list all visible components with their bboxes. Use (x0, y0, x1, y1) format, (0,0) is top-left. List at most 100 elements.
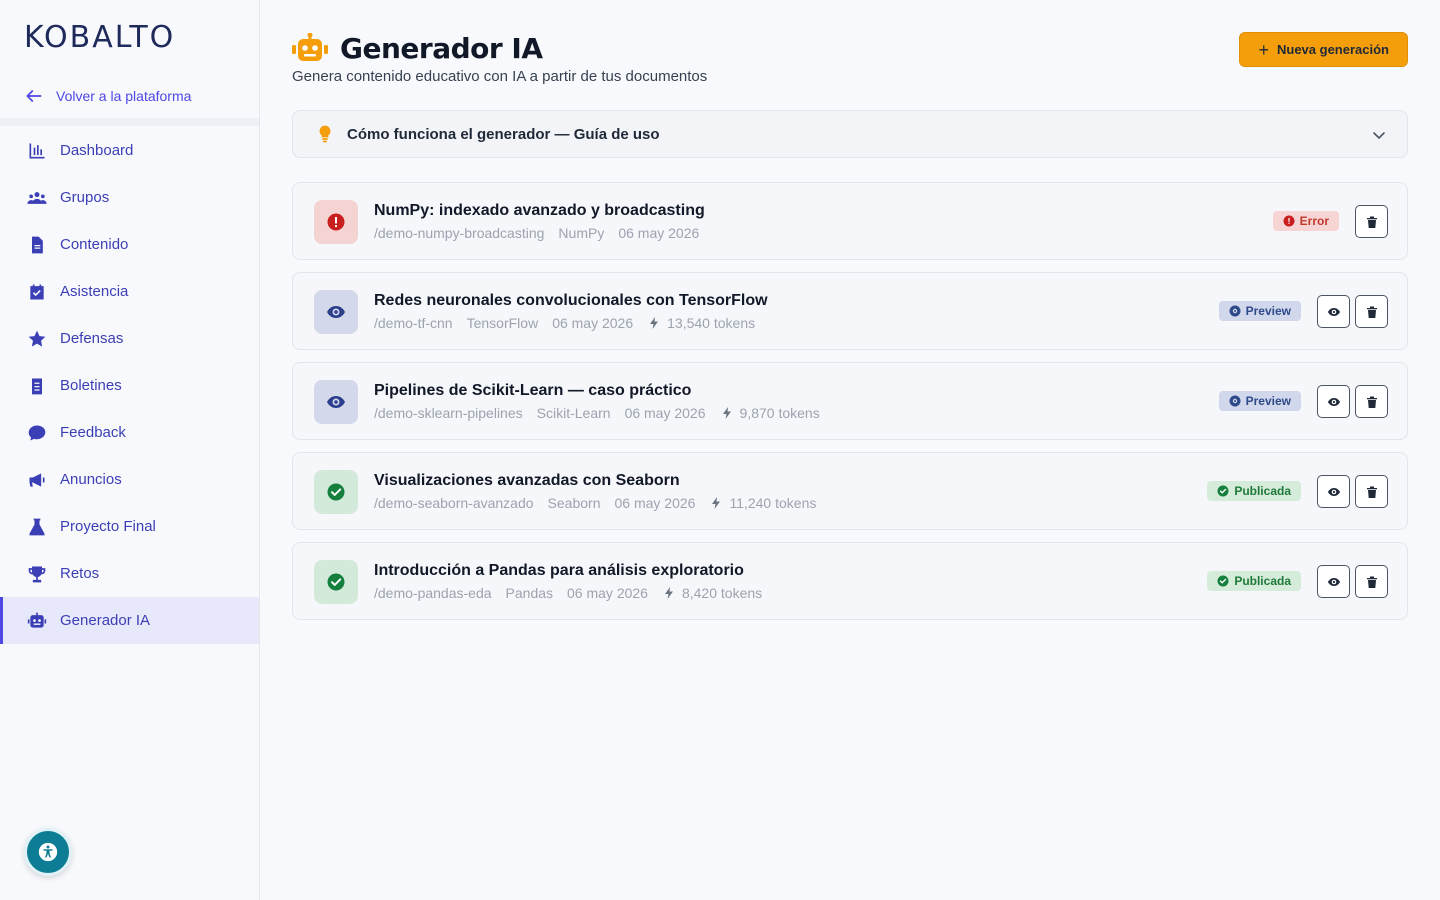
sidebar-item-anuncios[interactable]: Anuncios (0, 456, 259, 503)
generation-title: Redes neuronales convolucionales con Ten… (374, 292, 768, 309)
eye-icon (1327, 307, 1340, 316)
sidebar-item-proyecto-final[interactable]: Proyecto Final (0, 503, 259, 550)
generation-tokens: 8,420 tokens (662, 585, 762, 601)
status-indicator (314, 470, 358, 514)
sidebar-item-feedback[interactable]: Feedback (0, 409, 259, 456)
sidebar-item-boletines[interactable]: Boletines (0, 362, 259, 409)
view-button[interactable] (1317, 295, 1350, 328)
calendar-check-icon (26, 281, 48, 303)
check-circle-icon (1217, 485, 1229, 497)
status-indicator (314, 290, 358, 334)
error-icon (327, 213, 345, 231)
generation-tokens: 11,240 tokens (709, 495, 816, 511)
generation-title: Introducción a Pandas para análisis expl… (374, 562, 744, 579)
tokens-label: 11,240 tokens (729, 495, 817, 511)
sidebar-item-grupos[interactable]: Grupos (0, 174, 259, 221)
generation-tokens: 13,540 tokens (647, 315, 755, 331)
generation-slug: /demo-seaborn-avanzado (374, 495, 534, 511)
logo[interactable]: KOBALTO (24, 20, 175, 55)
lightbulb-icon (319, 125, 331, 143)
status-indicator (314, 200, 358, 244)
sidebar-item-generador-ia[interactable]: Generador IA (0, 597, 259, 644)
check-circle-icon (327, 573, 345, 591)
generation-meta: /demo-sklearn-pipelines Scikit-Learn 06 … (374, 405, 820, 421)
generation-tokens: 9,870 tokens (720, 405, 820, 421)
generation-card[interactable]: NumPy: indexado avanzado y broadcasting … (292, 182, 1408, 260)
sidebar-item-label: Feedback (60, 424, 126, 441)
status-badge: Preview (1218, 391, 1301, 411)
generation-topic: NumPy (558, 225, 605, 241)
delete-button[interactable] (1355, 385, 1388, 418)
bolt-icon (664, 587, 673, 599)
chart-icon (26, 140, 48, 162)
generation-topic: Pandas (505, 585, 554, 601)
star-icon (26, 328, 48, 350)
eye-icon (1327, 397, 1340, 406)
delete-button[interactable] (1355, 565, 1388, 598)
generation-card[interactable]: Introducción a Pandas para análisis expl… (292, 542, 1408, 620)
generation-date: 06 may 2026 (552, 315, 634, 331)
delete-button[interactable] (1355, 475, 1388, 508)
tokens-label: 8,420 tokens (681, 585, 763, 601)
back-link-label: Volver a la plataforma (56, 88, 192, 104)
robot-icon (26, 610, 48, 632)
status-indicator (314, 380, 358, 424)
users-icon (26, 187, 48, 209)
delete-button[interactable] (1355, 295, 1388, 328)
sidebar-item-label: Dashboard (60, 142, 134, 159)
usage-guide-accordion[interactable]: Cómo funciona el generador — Guía de uso (292, 110, 1408, 158)
sidebar-item-contenido[interactable]: Contenido (0, 221, 259, 268)
sidebar-item-label: Retos (60, 565, 100, 582)
back-to-platform-link[interactable]: Volver a la plataforma (24, 86, 191, 106)
eye-icon (1229, 305, 1241, 317)
eye-icon (1327, 577, 1340, 586)
comment-icon (26, 422, 48, 444)
new-generation-button[interactable]: + Nueva generación (1239, 32, 1408, 67)
eye-icon (1327, 487, 1340, 496)
view-button[interactable] (1317, 385, 1350, 418)
generation-card[interactable]: Pipelines de Scikit-Learn — caso práctic… (292, 362, 1408, 440)
sidebar-item-dashboard[interactable]: Dashboard (0, 127, 259, 174)
generation-slug: /demo-sklearn-pipelines (374, 405, 523, 421)
sidebar-item-label: Grupos (60, 189, 110, 206)
new-generation-label: Nueva generación (1277, 42, 1389, 57)
status-badge: Publicada (1207, 481, 1301, 501)
error-icon (1283, 215, 1295, 227)
check-circle-icon (327, 483, 345, 501)
generation-date: 06 may 2026 (618, 225, 700, 241)
robot-icon (292, 32, 328, 61)
sidebar-item-asistencia[interactable]: Asistencia (0, 268, 259, 315)
sidebar-item-label: Anuncios (60, 471, 122, 488)
accessibility-button[interactable] (24, 828, 72, 876)
generation-card[interactable]: Redes neuronales convolucionales con Ten… (292, 272, 1408, 350)
arrow-left-icon (26, 90, 42, 102)
sidebar-item-retos[interactable]: Retos (0, 550, 259, 597)
page-title: Generador IA (340, 32, 543, 65)
check-circle-icon (1217, 575, 1229, 587)
status-badge: Error (1272, 211, 1339, 231)
sidebar: KOBALTO Volver a la plataforma Dashboard… (0, 0, 260, 900)
generation-slug: /demo-tf-cnn (374, 315, 453, 331)
generation-date: 06 may 2026 (614, 495, 696, 511)
sidebar-item-label: Contenido (60, 236, 129, 253)
chevron-down-icon (1373, 132, 1385, 140)
generation-slug: /demo-pandas-eda (374, 585, 492, 601)
generation-date: 06 may 2026 (567, 585, 648, 601)
trash-icon (1366, 306, 1377, 318)
status-badge: Publicada (1207, 571, 1301, 591)
bolt-icon (722, 407, 731, 419)
generation-card[interactable]: Visualizaciones avanzadas con Seaborn /d… (292, 452, 1408, 530)
accessibility-icon (38, 842, 58, 862)
generation-meta: /demo-numpy-broadcasting NumPy 06 may 20… (374, 225, 699, 241)
generation-title: Pipelines de Scikit-Learn — caso práctic… (374, 382, 692, 399)
generation-title: Visualizaciones avanzadas con Seaborn (374, 472, 680, 489)
view-button[interactable] (1317, 475, 1350, 508)
trophy-icon (26, 563, 48, 585)
status-badge-label: Preview (1245, 394, 1291, 408)
bolt-icon (712, 497, 721, 509)
sidebar-item-defensas[interactable]: Defensas (0, 315, 259, 362)
plus-icon: + (1258, 39, 1269, 60)
sidebar-nav: Dashboard Grupos Contenido Asistencia De… (0, 127, 259, 644)
view-button[interactable] (1317, 565, 1350, 598)
delete-button[interactable] (1355, 205, 1388, 238)
